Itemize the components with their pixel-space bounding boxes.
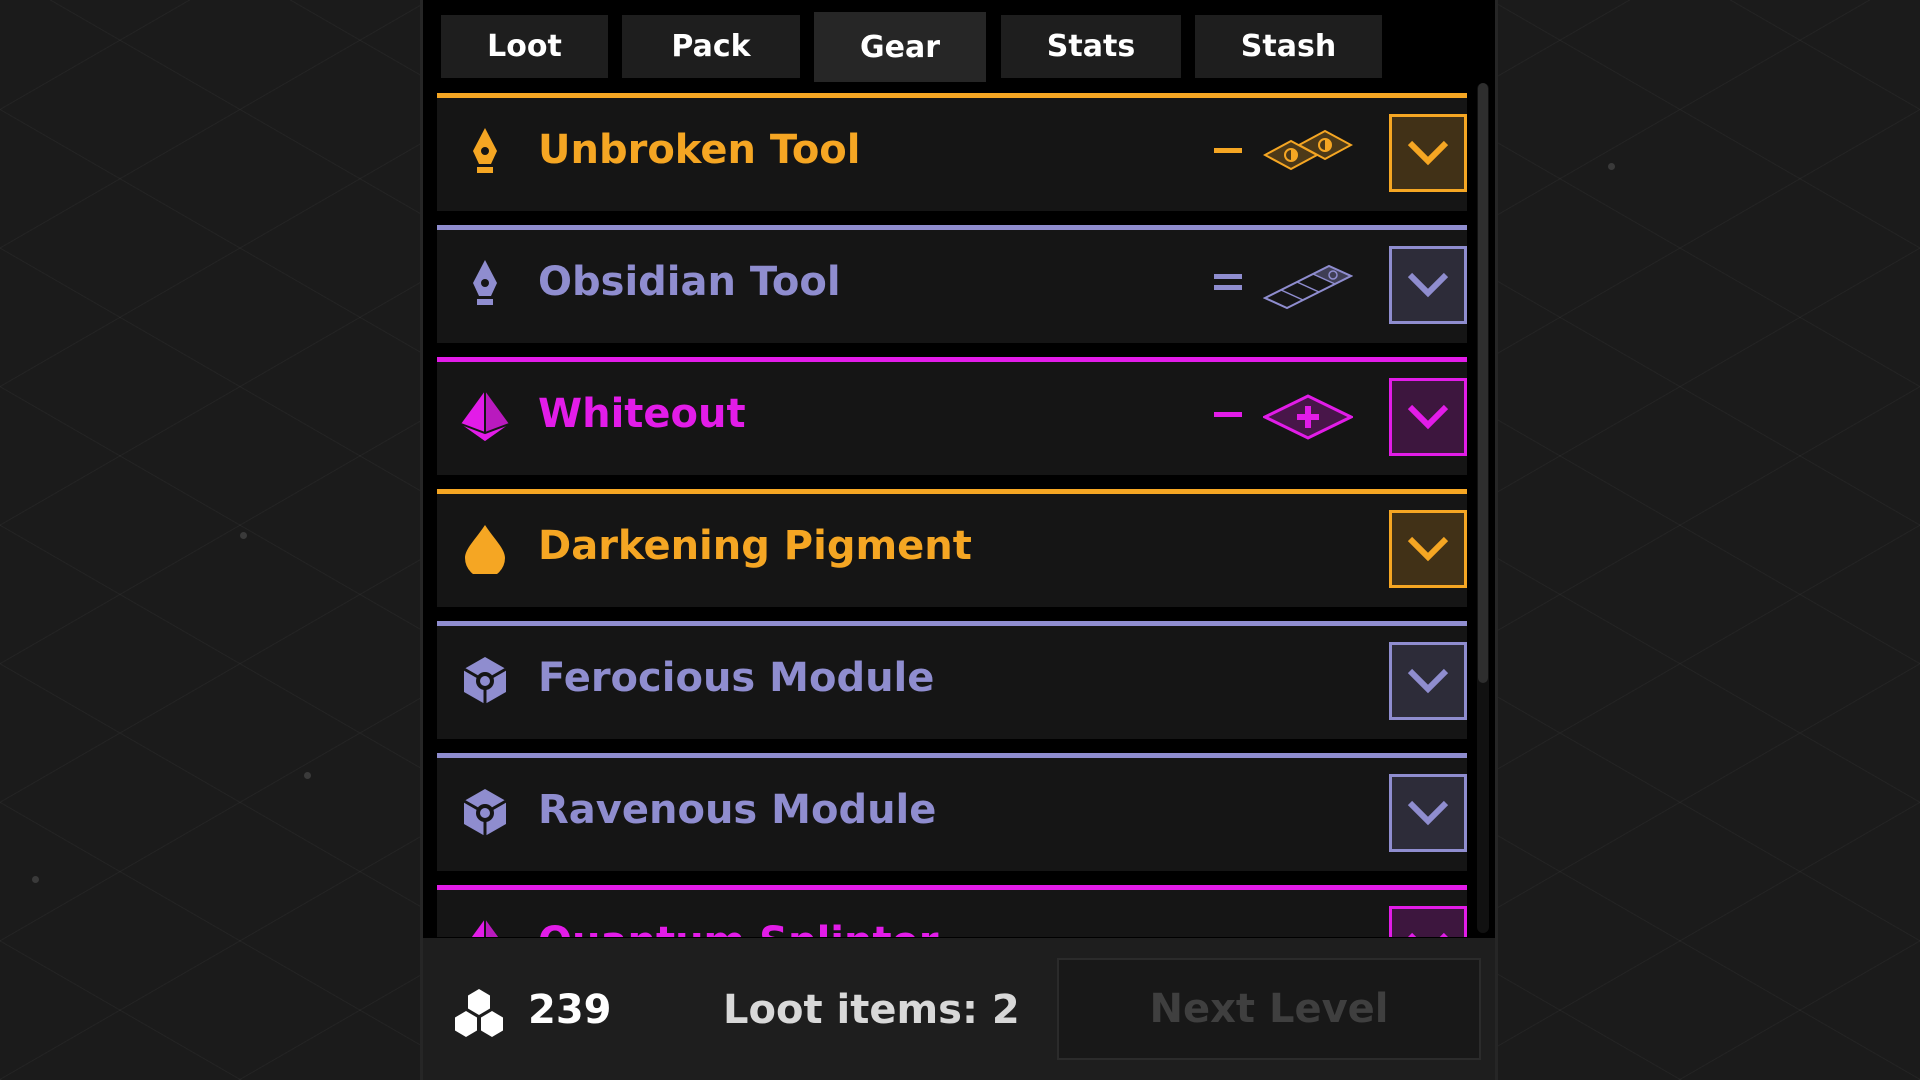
expand-button[interactable] <box>1389 114 1467 192</box>
cube-module-icon <box>459 786 511 838</box>
footer-bar: 239 Loot items: 2 Next Level <box>423 938 1495 1080</box>
pen-nib-icon <box>459 258 511 310</box>
plus-tile-icon <box>1261 392 1355 442</box>
item-name: Whiteout <box>538 391 746 437</box>
chevron-down-icon <box>1408 932 1448 937</box>
expand-button[interactable] <box>1389 774 1467 852</box>
minus-indicator <box>1214 412 1242 417</box>
scrollbar-thumb[interactable] <box>1478 83 1488 683</box>
pen-nib-icon <box>459 126 511 178</box>
chevron-down-icon <box>1407 536 1449 562</box>
tab-stats[interactable]: Stats <box>1001 15 1181 78</box>
hex-cluster-icon <box>455 989 503 1037</box>
chevron-down-icon <box>1407 668 1449 694</box>
gear-item[interactable]: Obsidian Tool <box>437 225 1467 343</box>
four-tile-strip-icon <box>1262 260 1354 310</box>
pyramid-icon <box>459 918 511 937</box>
expand-button[interactable] <box>1389 642 1467 720</box>
tab-pack[interactable]: Pack <box>622 15 800 78</box>
gear-item[interactable]: Darkening Pigment <box>437 489 1467 607</box>
gear-item[interactable]: Ferocious Module <box>437 621 1467 739</box>
expand-button[interactable] <box>1389 246 1467 324</box>
expand-button[interactable] <box>1389 378 1467 456</box>
gear-item[interactable]: Quantum Splinter <box>437 885 1467 937</box>
two-eye-tiles-icon <box>1262 128 1354 178</box>
item-name: Ferocious Module <box>538 655 935 701</box>
tab-stash[interactable]: Stash <box>1195 15 1382 78</box>
next-level-button[interactable]: Next Level <box>1057 958 1481 1060</box>
item-name: Obsidian Tool <box>538 259 841 305</box>
tab-loot[interactable]: Loot <box>441 15 608 78</box>
inventory-panel: Loot Pack Gear Stats Stash Unbroken Tool… <box>420 0 1498 1080</box>
loot-items-count: Loot items: 2 <box>723 987 1020 1033</box>
item-name: Quantum Splinter <box>538 912 938 937</box>
equals-indicator <box>1214 274 1242 292</box>
gear-list: Unbroken Tool Obsidian Tool Whiteout Darken… <box>437 93 1467 937</box>
item-name: Darkening Pigment <box>538 523 972 569</box>
item-name: Unbroken Tool <box>538 127 861 173</box>
tab-gear[interactable]: Gear <box>814 12 986 82</box>
expand-button[interactable] <box>1389 510 1467 588</box>
chevron-down-icon <box>1407 800 1449 826</box>
chevron-down-icon <box>1407 140 1449 166</box>
chevron-down-icon <box>1407 404 1449 430</box>
pyramid-icon <box>459 390 511 442</box>
expand-button[interactable] <box>1389 906 1467 937</box>
gems-count: 239 <box>528 987 612 1033</box>
gear-item[interactable]: Unbroken Tool <box>437 93 1467 211</box>
gear-item[interactable]: Ravenous Module <box>437 753 1467 871</box>
cube-module-icon <box>459 654 511 706</box>
minus-indicator <box>1214 148 1242 153</box>
item-name: Ravenous Module <box>538 787 937 833</box>
chevron-down-icon <box>1407 272 1449 298</box>
drop-icon <box>459 522 511 578</box>
gear-item[interactable]: Whiteout <box>437 357 1467 475</box>
